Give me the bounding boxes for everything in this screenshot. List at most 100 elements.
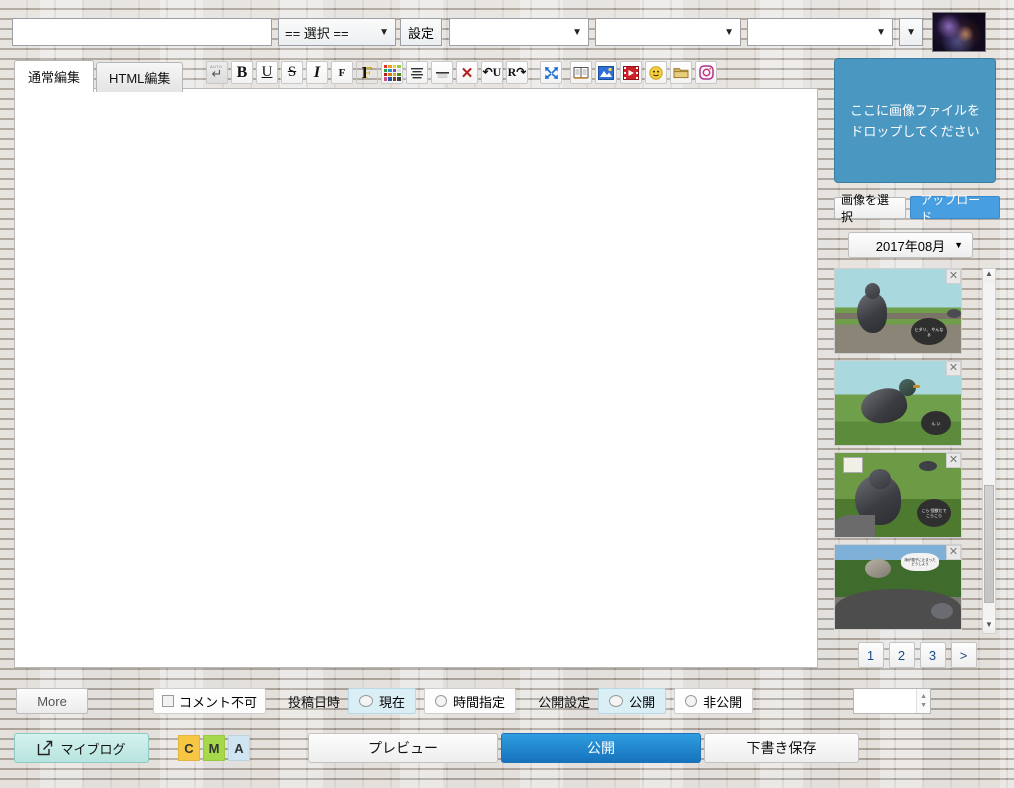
italic-icon: I bbox=[313, 63, 321, 81]
post-title-input[interactable] bbox=[12, 18, 272, 46]
bold-button[interactable]: B bbox=[231, 61, 253, 84]
folder-insert-button[interactable] bbox=[670, 61, 692, 84]
select-image-label: 画像を選択 bbox=[841, 192, 890, 224]
italic-button[interactable]: I bbox=[306, 61, 328, 84]
badge-c[interactable]: C bbox=[178, 735, 200, 761]
image-dropzone[interactable]: ここに画像ファイルを ドロップしてください bbox=[834, 58, 996, 183]
chevron-down-icon: ▼ bbox=[954, 240, 963, 250]
comment-disabled-checkbox[interactable]: コメント不可 bbox=[153, 688, 267, 714]
font-large-icon: F bbox=[361, 62, 373, 82]
page-1-button[interactable]: 1 bbox=[857, 642, 884, 668]
upload-button[interactable]: アップロード bbox=[910, 193, 1000, 224]
horizontal-rule-button[interactable] bbox=[431, 61, 453, 84]
my-blog-label: マイブログ bbox=[60, 741, 126, 757]
select-a[interactable]: ▼ bbox=[449, 18, 590, 46]
delete-thumbnail-button[interactable]: ✕ bbox=[946, 269, 961, 284]
chevron-down-icon: ▼ bbox=[379, 26, 389, 38]
delete-thumbnail-button[interactable]: ✕ bbox=[946, 361, 961, 376]
number-stepper-input[interactable]: ▲ ▼ bbox=[853, 688, 932, 714]
select-b[interactable]: ▼ bbox=[595, 18, 742, 46]
visibility-public-label: 公開 bbox=[629, 694, 656, 710]
preview-button[interactable]: プレビュー bbox=[308, 733, 498, 763]
my-blog-button[interactable]: マイブログ bbox=[14, 733, 149, 763]
stepper-up-icon[interactable]: ▲ bbox=[920, 692, 927, 701]
editor-content-area[interactable] bbox=[14, 88, 818, 668]
delete-thumbnail-button[interactable]: ✕ bbox=[946, 545, 961, 560]
category-select[interactable]: == 選択 == ▼ bbox=[278, 18, 396, 46]
scroll-down-icon[interactable]: ▼ bbox=[983, 620, 995, 633]
month-select[interactable]: 2017年08月 ▼ bbox=[848, 232, 973, 258]
badge-a[interactable]: A bbox=[228, 735, 250, 761]
header-image-thumbnail[interactable] bbox=[932, 12, 987, 52]
thumbnail-item[interactable]: ん い ✕ bbox=[834, 360, 962, 446]
select-image-button[interactable]: 画像を選択 bbox=[834, 193, 907, 224]
scrollbar-thumb[interactable] bbox=[984, 485, 994, 603]
more-button[interactable]: More bbox=[16, 688, 88, 714]
delete-thumbnail-button[interactable]: ✕ bbox=[946, 453, 961, 468]
post-options-row: More コメント不可 投稿日時 現在 時間指定 公開設定 公開 非公開 ▲ ▼ bbox=[0, 686, 1014, 716]
emoji-icon bbox=[649, 65, 663, 80]
undo-button[interactable]: ↶U bbox=[481, 61, 503, 84]
checkbox-icon bbox=[162, 695, 174, 707]
thumbnail-item[interactable]: ヒダリ、 やんなぁ ✕ bbox=[834, 268, 962, 354]
stepper-down-icon[interactable]: ▼ bbox=[920, 701, 927, 710]
book-insert-button[interactable] bbox=[570, 61, 592, 84]
page-next-button[interactable]: > bbox=[950, 642, 977, 668]
strikethrough-button[interactable]: S bbox=[281, 61, 303, 84]
instagram-icon bbox=[698, 65, 714, 80]
tab-html-edit[interactable]: HTML編集 bbox=[96, 62, 184, 92]
visibility-label: 公開設定 bbox=[538, 694, 591, 710]
preview-button-label: プレビュー bbox=[368, 740, 438, 756]
instagram-insert-button[interactable] bbox=[695, 61, 717, 84]
visibility-private-radio[interactable]: 非公開 bbox=[674, 688, 754, 714]
undo-icon: ↶U bbox=[482, 65, 502, 79]
video-insert-button[interactable] bbox=[620, 61, 642, 84]
stepper-arrows[interactable]: ▲ ▼ bbox=[916, 689, 931, 713]
page-3-button[interactable]: 3 bbox=[919, 642, 946, 668]
page-2-button[interactable]: 2 bbox=[888, 642, 915, 668]
more-button-label: More bbox=[37, 693, 67, 709]
underline-button[interactable]: U bbox=[256, 61, 278, 84]
datetime-now-radio[interactable]: 現在 bbox=[348, 688, 417, 714]
collapse-button[interactable] bbox=[540, 61, 562, 84]
emoji-insert-button[interactable] bbox=[645, 61, 667, 84]
visibility-public-radio[interactable]: 公開 bbox=[598, 688, 667, 714]
text-color-palette-button[interactable] bbox=[381, 61, 403, 84]
scroll-up-icon[interactable]: ▲ bbox=[983, 269, 995, 282]
thumbnail-scrollbar[interactable]: ▲ ▼ bbox=[982, 268, 996, 634]
chevron-down-icon: ▼ bbox=[906, 26, 916, 38]
book-icon bbox=[573, 66, 589, 79]
select-tiny[interactable]: ▼ bbox=[899, 18, 924, 46]
auto-return-button[interactable]: AUTO ↵ bbox=[206, 61, 228, 84]
redo-button[interactable]: R↷ bbox=[506, 61, 528, 84]
chevron-down-icon: ▼ bbox=[724, 26, 735, 38]
tab-normal-edit[interactable]: 通常編集 bbox=[14, 60, 94, 92]
clear-format-button[interactable]: ✕ bbox=[456, 61, 478, 84]
badge-m[interactable]: M bbox=[203, 735, 225, 761]
formatting-toolbar: AUTO ↵ B U S I F F ✕ ↶U R↷ bbox=[206, 61, 717, 84]
speech-bubble: ヒダリ、 やんなぁ bbox=[911, 318, 947, 345]
underline-icon: U bbox=[261, 64, 273, 80]
setting-button[interactable]: 設定 bbox=[400, 18, 443, 46]
thumbnail-pagination: 1 2 3 > bbox=[834, 642, 1000, 668]
save-draft-label: 下書き保存 bbox=[746, 740, 817, 756]
align-button[interactable] bbox=[406, 61, 428, 84]
strikethrough-icon: S bbox=[287, 64, 297, 80]
month-select-value: 2017年08月 bbox=[875, 238, 946, 254]
font-size-large-button[interactable]: F bbox=[356, 61, 378, 84]
datetime-scheduled-radio[interactable]: 時間指定 bbox=[424, 688, 517, 714]
image-insert-button[interactable] bbox=[595, 61, 617, 84]
category-select-label: == 選択 == bbox=[285, 25, 349, 41]
select-c[interactable]: ▼ bbox=[747, 18, 894, 46]
speech-bubble: ん い bbox=[921, 411, 951, 435]
thumbnail-item[interactable]: こら 怪獣だで こらこら ✕ bbox=[834, 452, 962, 538]
pigeon-on-hat-image bbox=[835, 545, 961, 629]
tab-normal-edit-label: 通常編集 bbox=[27, 70, 80, 85]
save-draft-button[interactable]: 下書き保存 bbox=[704, 733, 859, 763]
publish-button-label: 公開 bbox=[587, 740, 615, 756]
publish-button[interactable]: 公開 bbox=[501, 733, 701, 763]
thumbnail-item[interactable]: 鳩が帽子に止まった どうしよう ✕ bbox=[834, 544, 962, 630]
dropzone-line-1: ここに画像ファイルを bbox=[849, 102, 980, 118]
radio-icon bbox=[609, 695, 624, 707]
font-size-small-button[interactable]: F bbox=[331, 61, 353, 84]
